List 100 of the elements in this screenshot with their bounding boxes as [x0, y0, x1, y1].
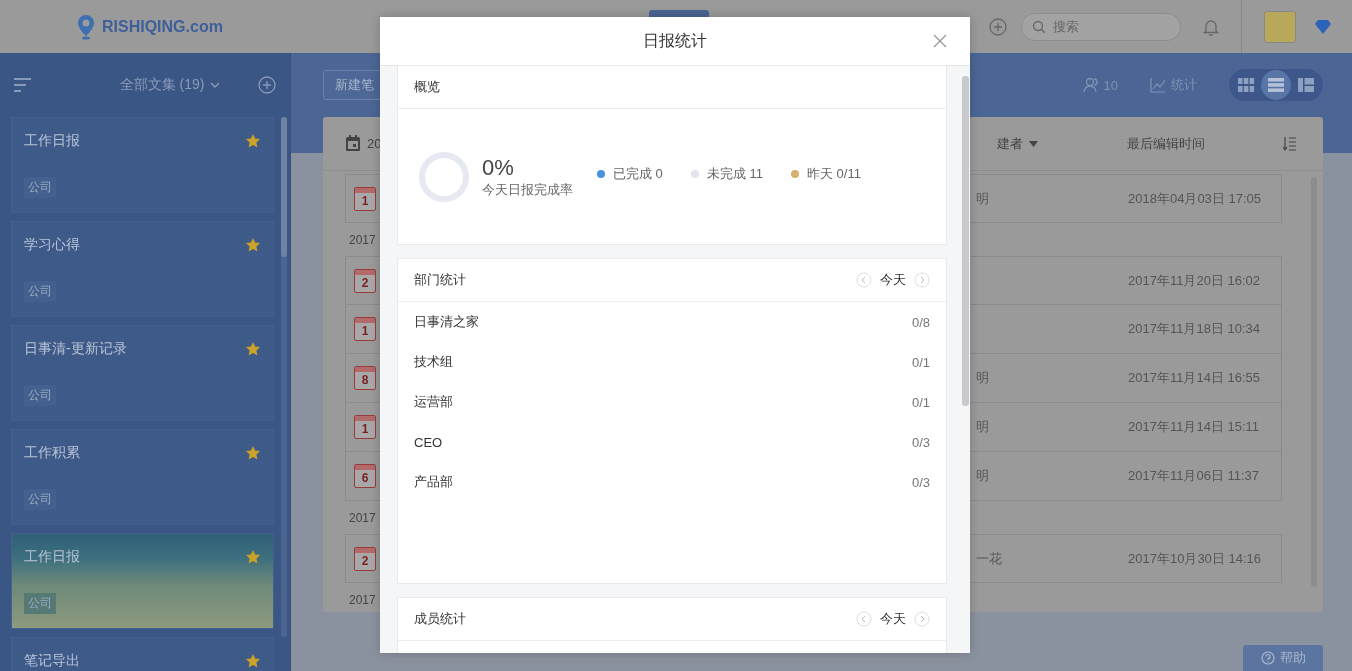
- creator-cell-text: 明: [976, 369, 990, 387]
- search-bar[interactable]: 搜索: [1021, 12, 1181, 41]
- notebook-title: 学习心得: [24, 236, 80, 254]
- column-header[interactable]: 建者: [997, 134, 1023, 153]
- close-button[interactable]: [932, 33, 948, 49]
- time-cell-text: 2017年10月30日 14:16: [1128, 549, 1262, 568]
- notebook-tag: 公司: [24, 489, 56, 510]
- notebook-card[interactable]: 学习心得 公司: [11, 221, 274, 317]
- star-icon[interactable]: [245, 341, 261, 357]
- notebook-card[interactable]: 工作积累 公司: [11, 429, 274, 525]
- search-icon: [1032, 19, 1046, 34]
- section-title: 概览: [414, 78, 440, 96]
- department-name: 技术组: [414, 353, 453, 371]
- calendar-icon: 1: [354, 317, 376, 341]
- notebook-card[interactable]: 笔记导出: [11, 637, 274, 671]
- column-header[interactable]: 最后编辑时间: [1127, 134, 1283, 153]
- notebook-tag: 公司: [24, 593, 56, 614]
- collection-dropdown[interactable]: 全部文集 (19): [119, 76, 221, 94]
- completion-ring: [418, 150, 470, 203]
- avatar[interactable]: [1264, 10, 1296, 43]
- notebook-title: 工作积累: [24, 444, 80, 462]
- period-label[interactable]: 今天: [880, 271, 906, 289]
- dropdown-triangle-icon[interactable]: [1029, 140, 1038, 147]
- panels-icon: [1297, 76, 1315, 94]
- search-field[interactable]: 搜索: [1051, 18, 1165, 35]
- time-cell-text: 2017年11月14日 16:55: [1128, 369, 1262, 387]
- date-group-label: 2017: [349, 232, 376, 247]
- diamond-icon[interactable]: [1314, 18, 1332, 35]
- help-button[interactable]: 帮助: [1243, 645, 1323, 671]
- date-group-label: 2017: [349, 592, 376, 607]
- time-cell-text: 2018年04月03日 17:05: [1128, 189, 1262, 208]
- department-count: 0/8: [911, 314, 930, 330]
- notebook-tag: 公司: [24, 177, 56, 198]
- notebook-title: 笔记导出: [24, 652, 80, 670]
- department-count: 0/1: [911, 354, 930, 370]
- creator-cell-text: 明: [976, 467, 990, 485]
- calendar-icon: 1: [354, 415, 376, 439]
- chevron-down-icon: [210, 82, 221, 88]
- time-cell-text: 2017年11月18日 10:34: [1128, 320, 1262, 338]
- add-icon[interactable]: [258, 76, 276, 94]
- location-pin-icon: [76, 13, 96, 40]
- department-name: 运营部: [414, 393, 453, 411]
- completion-rate: 0%: [482, 154, 515, 181]
- section-title: 部门统计: [414, 271, 466, 289]
- department-name: 产品部: [414, 473, 453, 491]
- time-cell-text: 2017年11月06日 11:37: [1128, 467, 1261, 485]
- people-icon: [1082, 77, 1099, 93]
- calendar-icon: [345, 135, 361, 152]
- department-count: 0/1: [911, 394, 930, 410]
- notebook-title: 工作日报: [24, 132, 80, 150]
- department-name: 日事清之家: [414, 313, 479, 331]
- period-label[interactable]: 今天: [880, 610, 906, 628]
- calendar-icon: 1: [354, 186, 376, 211]
- list-icon: [1267, 76, 1285, 94]
- notebook-tag: 公司: [24, 385, 56, 406]
- close-icon: [932, 33, 948, 49]
- calendar-icon: 2: [354, 546, 376, 571]
- scrollbar[interactable]: [281, 117, 287, 637]
- logo-text[interactable]: RISHIQING.com: [102, 17, 223, 36]
- calendar-icon: 8: [354, 366, 376, 390]
- star-icon[interactable]: [245, 549, 261, 565]
- notebook-title: 日事清-更新记录: [24, 340, 127, 358]
- time-cell-text: 2017年11月20日 16:02: [1128, 271, 1262, 290]
- menu-icon[interactable]: [14, 77, 32, 93]
- section-title: 成员统计: [414, 610, 466, 628]
- legend-label: 昨天 0/11: [806, 164, 861, 183]
- department-count: 0/3: [911, 434, 930, 450]
- department-name: CEO: [414, 434, 443, 450]
- add-icon[interactable]: [989, 17, 1007, 36]
- creator-cell-text: 明: [976, 189, 990, 208]
- star-icon[interactable]: [245, 133, 261, 149]
- notebook-tag: 公司: [24, 281, 56, 302]
- next-icon[interactable]: [914, 272, 930, 288]
- dialog-title: 日报统计: [643, 30, 707, 51]
- time-cell-text: 2017年11月14日 15:11: [1128, 418, 1261, 436]
- star-icon[interactable]: [245, 445, 261, 461]
- view-mode-button[interactable]: [1261, 70, 1291, 100]
- star-icon[interactable]: [245, 653, 261, 669]
- question-icon: [1260, 651, 1275, 665]
- scrollbar[interactable]: [962, 76, 969, 406]
- date-group-label: 2017: [349, 510, 376, 525]
- legend-label: 已完成 0: [613, 164, 663, 183]
- bell-icon[interactable]: [1203, 17, 1219, 36]
- next-icon[interactable]: [914, 611, 930, 627]
- sort-icon[interactable]: [1283, 135, 1297, 152]
- star-icon[interactable]: [245, 237, 261, 253]
- grid-icon: [1237, 76, 1255, 94]
- previous-icon[interactable]: [856, 611, 872, 627]
- line-chart-icon: [1150, 77, 1166, 93]
- completion-rate-label: 今天日报完成率: [482, 180, 573, 199]
- calendar-icon: 2: [354, 268, 376, 293]
- legend-label: 未完成 11: [706, 164, 763, 183]
- notebook-card[interactable]: 工作日报 公司: [11, 117, 274, 213]
- department-count: 0/3: [911, 474, 930, 490]
- notebook-card[interactable]: 日事清-更新记录 公司: [11, 325, 274, 421]
- calendar-icon: 6: [354, 464, 376, 488]
- notebook-card-with-landscape[interactable]: 工作日报 公司: [11, 533, 274, 629]
- creator-cell-text: 明: [976, 418, 990, 436]
- previous-icon[interactable]: [856, 272, 872, 288]
- notebook-title: 工作日报: [24, 548, 80, 566]
